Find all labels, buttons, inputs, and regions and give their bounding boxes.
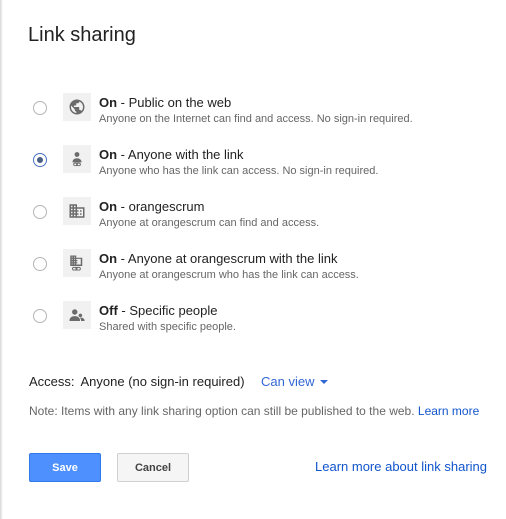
person-link-icon [63, 145, 91, 173]
option-text: On - Anyone with the link Anyone who has… [99, 147, 378, 179]
access-value: Anyone (no sign-in required) [80, 374, 245, 389]
building-icon [63, 197, 91, 225]
publish-note: Note: Items with any link sharing option… [29, 404, 479, 418]
option-specific-people[interactable]: Off - Specific people Shared with specif… [0, 298, 506, 342]
option-public-on-web[interactable]: On - Public on the web Anyone on the Int… [0, 90, 506, 134]
option-title: On - orangescrum [99, 199, 205, 214]
option-radio-checked[interactable] [33, 153, 47, 167]
globe-icon [63, 93, 91, 121]
option-title: Off - Specific people [99, 303, 218, 318]
dialog-title: Link sharing [28, 24, 136, 46]
permission-label: Can view [261, 374, 315, 389]
chevron-down-icon [320, 379, 329, 384]
option-title: On - Anyone at orangescrum with the link [99, 251, 338, 266]
option-description: Anyone at orangescrum can find and acces… [99, 217, 320, 229]
permission-dropdown[interactable]: Can view [261, 374, 329, 389]
note-text: Note: Items with any link sharing option… [29, 404, 418, 418]
access-label: Access: [29, 374, 75, 389]
save-button[interactable]: Save [29, 453, 101, 482]
option-anyone-with-link[interactable]: On - Anyone with the link Anyone who has… [0, 142, 506, 186]
option-radio[interactable] [33, 101, 47, 115]
option-radio[interactable] [33, 257, 47, 271]
option-radio[interactable] [33, 309, 47, 323]
building-link-icon [63, 249, 91, 277]
option-description: Anyone who has the link can access. No s… [99, 165, 379, 177]
option-text: On - Public on the web Anyone on the Int… [99, 95, 413, 127]
option-text: Off - Specific people Shared with specif… [99, 303, 236, 335]
option-title: On - Anyone with the link [99, 147, 244, 162]
people-icon [63, 301, 91, 329]
learn-more-link[interactable]: Learn more [418, 404, 479, 418]
cancel-button[interactable]: Cancel [117, 453, 189, 482]
option-radio[interactable] [33, 205, 47, 219]
access-summary: Access: Anyone (no sign-in required) [29, 374, 245, 389]
option-text: On - Anyone at orangescrum with the link… [99, 251, 359, 283]
learn-more-link-sharing[interactable]: Learn more about link sharing [315, 459, 487, 474]
link-sharing-dialog: Link sharing On - Public on the web Anyo… [0, 0, 506, 519]
option-description: Shared with specific people. [99, 321, 236, 333]
option-description: Anyone at orangescrum who has the link c… [99, 269, 359, 281]
option-title: On - Public on the web [99, 95, 232, 110]
option-orangescrum[interactable]: On - orangescrum Anyone at orangescrum c… [0, 194, 506, 238]
option-orangescrum-with-link[interactable]: On - Anyone at orangescrum with the link… [0, 246, 506, 290]
option-description: Anyone on the Internet can find and acce… [99, 113, 413, 125]
option-text: On - orangescrum Anyone at orangescrum c… [99, 199, 319, 231]
